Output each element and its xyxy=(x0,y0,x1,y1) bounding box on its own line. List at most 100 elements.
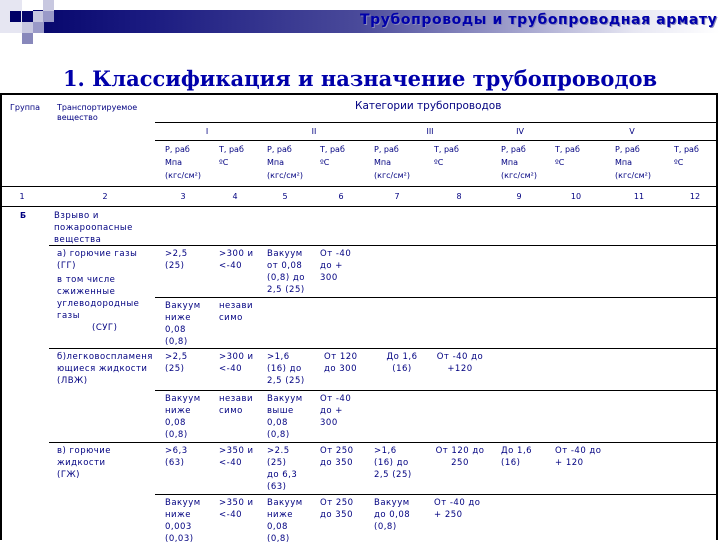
pressure-label-cat-4: Мпа xyxy=(501,158,519,167)
cell-c3: Вакуум xyxy=(165,498,201,508)
cell-c8: От -40 до xyxy=(434,498,481,508)
temperature-label-cat-5: Т, раб xyxy=(674,145,699,154)
pressure-label-cat-1: (кгс/см²) xyxy=(165,171,202,180)
cell-c3: 0,08 xyxy=(165,325,186,335)
cell-c6: От 250 xyxy=(320,498,354,508)
cell-c3: (25) xyxy=(165,364,185,374)
line-category-numbers xyxy=(155,140,718,141)
temperature-label-cat-3: ºС xyxy=(434,158,444,167)
cell-c7: (0,8) xyxy=(374,522,397,532)
group-b-substance-3: вещества xyxy=(54,235,102,245)
row-substance-line: сжиженные xyxy=(57,287,116,297)
cell-c5: >2.5 xyxy=(267,446,290,456)
cell-c5: (0,8) до xyxy=(267,273,305,283)
cell-c4: >350 и xyxy=(219,446,254,456)
cell-c6: до 300 xyxy=(324,364,358,374)
pressure-label-cat-1: Р, раб xyxy=(165,145,190,154)
cell-c5: Вакуум xyxy=(267,498,303,508)
cell-c5: от 0,08 xyxy=(267,261,303,271)
cell-c7: 2,5 (25) xyxy=(374,470,412,480)
cell-c3: (63) xyxy=(165,458,185,468)
cell-c6: до 350 xyxy=(320,458,354,468)
presentation-title: Трубопроводы и трубопроводная армату xyxy=(360,12,718,28)
category-iii: III xyxy=(426,127,434,136)
cell-c9: До 1,6 xyxy=(501,446,533,456)
cell-c8: +120 xyxy=(447,364,473,374)
pressure-label-cat-2: (кгс/см²) xyxy=(267,171,304,180)
row-substance-line: углеводородные xyxy=(57,299,140,309)
line-row-c xyxy=(49,442,718,443)
category-iv: IV xyxy=(516,127,524,136)
slide-heading: 1. Классификация и назначение трубопрово… xyxy=(62,66,658,91)
temperature-label-cat-2: Т, раб xyxy=(320,145,345,154)
cell-c4: незави xyxy=(219,301,254,311)
cell-c5: выше xyxy=(267,406,294,416)
column-number: 3 xyxy=(180,192,186,201)
cell-c5: Вакуум xyxy=(267,394,303,404)
pressure-label-cat-2: Р, раб xyxy=(267,145,292,154)
cell-c5: ниже xyxy=(267,510,293,520)
pressure-label-cat-5: Мпа xyxy=(615,158,633,167)
cell-c3: >6,3 xyxy=(165,446,188,456)
cell-c5: >1,6 xyxy=(267,352,290,362)
cell-c5: 2,5 (25) xyxy=(267,376,305,386)
cell-c6: до + xyxy=(320,261,343,271)
cell-c9: (16) xyxy=(501,458,521,468)
cell-c8: + 250 xyxy=(434,510,463,520)
cell-c4: >300 и xyxy=(219,352,254,362)
column-number: 4 xyxy=(232,192,238,201)
header-categories-title: Категории трубопроводов xyxy=(355,100,502,112)
row-substance-line: жидкости xyxy=(57,458,106,468)
header-group: Группа xyxy=(10,103,41,112)
header-substance-line2: вещество xyxy=(57,113,98,122)
cell-c8: От -40 до xyxy=(436,352,484,362)
cell-c3: 0,08 xyxy=(165,418,186,428)
pipeline-classification-table: Группа Транспортируемое вещество Категор… xyxy=(0,93,718,544)
cell-c6: до 350 xyxy=(320,510,354,520)
group-b-label: Б xyxy=(20,211,27,220)
pressure-label-cat-1: Мпа xyxy=(165,158,183,167)
category-ii: II xyxy=(311,127,317,136)
row-substance-line: (СУГ) xyxy=(92,323,118,333)
cell-c5: 0,08 xyxy=(267,418,288,428)
row-substance-line: в том числе xyxy=(57,275,116,285)
pressure-label-cat-4: Р, раб xyxy=(501,145,526,154)
cell-c4: >300 и xyxy=(219,249,254,259)
cell-c3: Вакуум xyxy=(165,301,201,311)
cell-c5: (16) до xyxy=(267,364,302,374)
column-number: 5 xyxy=(282,192,288,201)
cell-c8: 250 xyxy=(451,458,469,468)
category-i: I xyxy=(205,127,209,136)
line-category-header xyxy=(155,122,718,123)
cell-c5: Вакуум xyxy=(267,249,303,259)
cell-c7: до 0,08 xyxy=(374,510,411,520)
column-number: 1 xyxy=(19,192,25,201)
cell-c6: От -40 xyxy=(320,249,352,259)
cell-c5: до 6,3 xyxy=(267,470,298,480)
temperature-label-cat-1: ºС xyxy=(219,158,229,167)
cell-c6: От -40 xyxy=(320,394,352,404)
column-number: 10 xyxy=(570,192,582,201)
cell-c3: (0,8) xyxy=(165,430,188,440)
pressure-label-cat-3: Р, раб xyxy=(374,145,399,154)
cell-c6: От 250 xyxy=(320,446,354,456)
cell-c4: <-40 xyxy=(219,261,243,271)
cell-c4: симо xyxy=(219,406,243,416)
temperature-label-cat-5: ºС xyxy=(674,158,684,167)
cell-c5: (0,8) xyxy=(267,534,290,544)
row-substance-line: (ГГ) xyxy=(57,261,76,271)
cell-c10: + 120 xyxy=(555,458,584,468)
pressure-label-cat-4: (кгс/см²) xyxy=(501,171,538,180)
row-substance-line: газы xyxy=(57,311,80,321)
column-number: 9 xyxy=(516,192,522,201)
line-group-b xyxy=(49,245,718,246)
cell-c3: ниже xyxy=(165,313,191,323)
row-substance-line: (ГЖ) xyxy=(57,470,80,480)
pressure-label-cat-5: (кгс/см²) xyxy=(615,171,652,180)
line-column-numbers xyxy=(2,206,718,207)
column-number: 11 xyxy=(633,192,645,201)
pressure-label-cat-2: Мпа xyxy=(267,158,285,167)
cell-c4: <-40 xyxy=(219,458,243,468)
cell-c5: 2,5 (25) xyxy=(267,285,305,295)
pressure-label-cat-3: (кгс/см²) xyxy=(374,171,411,180)
